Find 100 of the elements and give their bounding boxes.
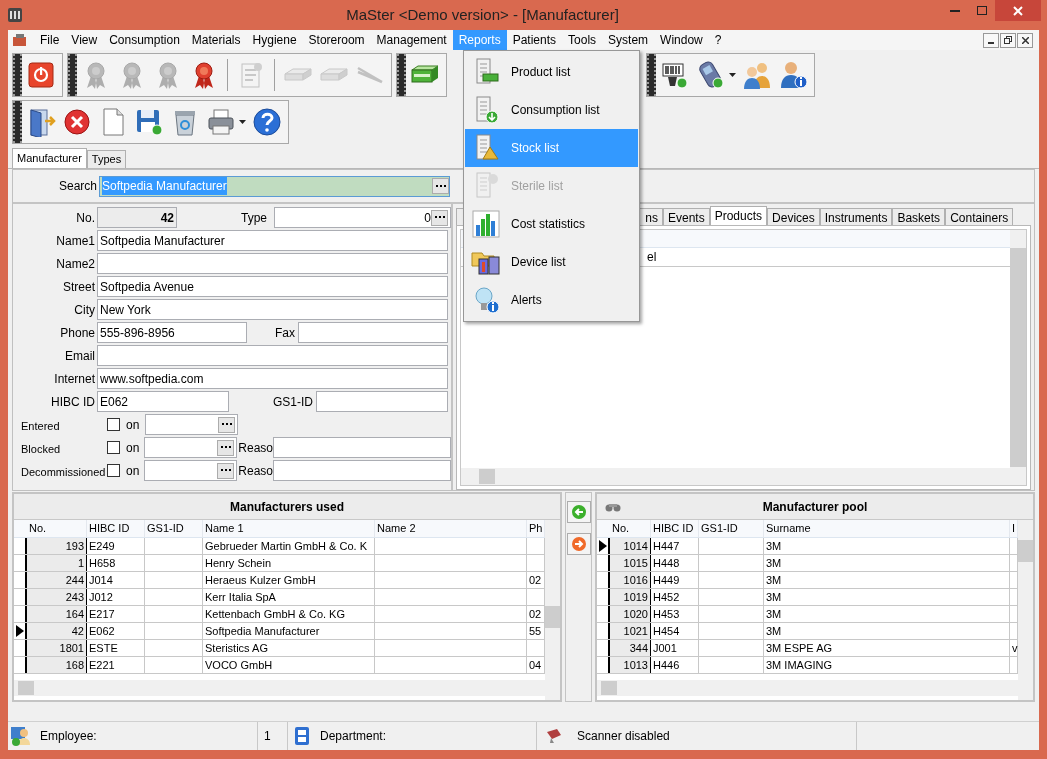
hibc-id-field[interactable]: E062 <box>97 391 229 412</box>
browse-button[interactable] <box>218 416 235 433</box>
toolbar-grip <box>647 54 656 96</box>
field-label: Email <box>65 347 95 365</box>
field-label: on <box>126 439 141 457</box>
menu-item[interactable]: Tools <box>562 30 603 50</box>
reason-field[interactable] <box>273 437 451 458</box>
column-header[interactable]: GS1-ID <box>145 520 203 537</box>
menu-item[interactable]: Storeroom <box>302 30 371 50</box>
checkbox[interactable] <box>107 464 120 477</box>
browse-button[interactable] <box>217 439 235 456</box>
street-field[interactable]: Softpedia Avenue <box>97 276 448 297</box>
scanner-icon <box>545 728 563 744</box>
horizontal-scrollbar[interactable] <box>14 680 545 696</box>
column-header[interactable]: GS1-ID <box>699 520 764 537</box>
employee-icon <box>10 725 32 747</box>
horizontal-scrollbar[interactable] <box>461 468 1010 485</box>
restore-button[interactable] <box>1000 32 1016 48</box>
menu-item[interactable]: Window <box>654 30 709 50</box>
minimize-button[interactable] <box>983 32 999 48</box>
reason-field[interactable] <box>273 460 451 481</box>
column-header[interactable]: HIBC ID <box>87 520 145 537</box>
email-field[interactable] <box>97 345 448 366</box>
toolbar-grip <box>13 101 22 143</box>
table-cell: 3M ESPE AG <box>764 640 1010 656</box>
tab[interactable]: Products <box>709 206 768 225</box>
table-cell: 3M <box>764 538 1010 554</box>
internet-field[interactable]: www.softpedia.com <box>97 368 448 389</box>
tab[interactable]: Baskets <box>892 208 946 225</box>
table-cell: 3M <box>764 572 1010 588</box>
ellipsis-icon <box>221 423 232 426</box>
date-field[interactable] <box>145 414 238 435</box>
bar-chart-icon <box>471 209 501 239</box>
menu-item[interactable]: Management <box>370 30 453 50</box>
menu-item[interactable]: Consumption <box>103 30 186 50</box>
table-cell: 3M IMAGING <box>764 657 1010 673</box>
date-field[interactable] <box>144 460 238 481</box>
browse-button[interactable] <box>432 178 449 194</box>
menu-item[interactable]: Hygiene <box>246 30 303 50</box>
menu-item[interactable]: Patients <box>506 30 563 50</box>
vertical-scrollbar[interactable] <box>1010 230 1026 485</box>
column-header[interactable]: No. <box>610 520 651 537</box>
tab[interactable]: Events <box>663 208 710 225</box>
tab[interactable]: Devices <box>767 208 820 225</box>
ellipsis-icon <box>435 184 446 188</box>
gs1-id-field[interactable] <box>316 391 448 412</box>
field-label: Internet <box>54 370 95 388</box>
table-cell: 193 <box>27 538 87 554</box>
tab[interactable]: Containers <box>945 208 1014 225</box>
browse-button[interactable] <box>217 462 235 479</box>
column-header[interactable]: Surname <box>764 520 1010 537</box>
menu-item[interactable]: File <box>34 30 66 50</box>
table-cell: 3M <box>764 589 1010 605</box>
close-button[interactable] <box>1017 32 1033 48</box>
add-button[interactable] <box>566 501 591 523</box>
checkbox[interactable] <box>107 441 120 454</box>
horizontal-scrollbar[interactable] <box>597 680 1018 696</box>
fax-field[interactable] <box>298 322 448 343</box>
type-field[interactable]: 0 <box>274 207 451 228</box>
menu-item[interactable]: Cost statistics <box>465 205 638 243</box>
field-label: Search <box>58 178 97 195</box>
column-header[interactable]: Name 1 <box>203 520 375 537</box>
remove-button[interactable] <box>566 533 591 555</box>
menu-item[interactable]: Product list <box>465 53 638 91</box>
field-label: Blocked <box>21 442 61 455</box>
table-cell: 168 <box>27 657 87 673</box>
vertical-scrollbar[interactable] <box>545 520 560 700</box>
tab[interactable]: Instruments <box>819 208 893 225</box>
column-header[interactable]: No. <box>27 520 87 537</box>
column-header[interactable]: Name 2 <box>375 520 527 537</box>
menu-item[interactable]: Materials <box>185 30 247 50</box>
column-header[interactable]: HIBC ID <box>651 520 699 537</box>
menu-item[interactable]: System <box>602 30 655 50</box>
browse-button[interactable] <box>431 209 448 226</box>
menu-item[interactable]: View <box>65 30 104 50</box>
field-label: GS1-ID <box>273 393 313 411</box>
city-field[interactable]: New York <box>97 299 448 320</box>
menu-item[interactable]: Device list <box>465 243 638 281</box>
table-cell: H453 <box>651 606 699 622</box>
table-cell: E221 <box>87 657 145 673</box>
user-info-icon <box>778 60 808 90</box>
power-icon <box>26 60 56 90</box>
table-cell: 164 <box>27 606 87 622</box>
table-cell: E249 <box>87 538 145 554</box>
tab[interactable]: Types <box>86 150 127 168</box>
toolbar-grip <box>68 54 77 96</box>
name1-field[interactable]: Softpedia Manufacturer <box>97 230 448 251</box>
menu-item[interactable]: Consumption list <box>465 91 638 129</box>
phone-field[interactable]: 555-896-8956 <box>97 322 247 343</box>
name2-field[interactable] <box>97 253 448 274</box>
vertical-scrollbar[interactable] <box>1018 520 1033 700</box>
checkbox[interactable] <box>107 418 120 431</box>
menu-item[interactable]: ? <box>708 30 728 50</box>
people-icon <box>742 60 772 90</box>
date-field[interactable] <box>144 437 238 458</box>
table-title: Manufacturers used <box>14 494 560 520</box>
number-field[interactable]: 42 <box>97 207 177 228</box>
table-cell: 1021 <box>610 623 651 639</box>
menu-item[interactable]: Alerts <box>465 281 638 319</box>
tab[interactable]: Manufacturer <box>12 148 87 168</box>
